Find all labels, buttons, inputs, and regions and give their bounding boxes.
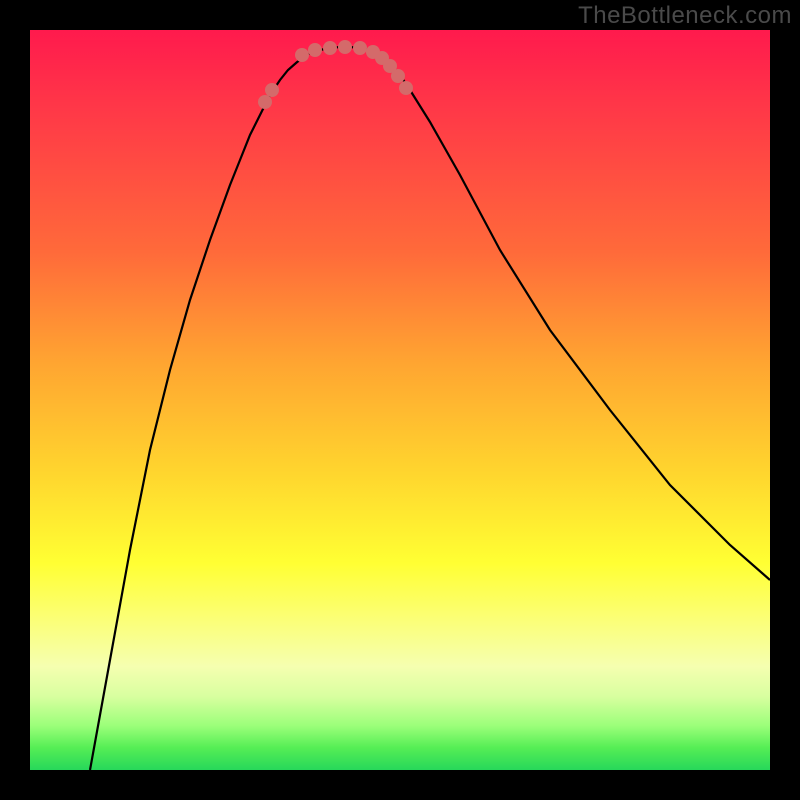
curve-marker	[323, 41, 337, 55]
curve-marker	[258, 95, 272, 109]
plot-area	[30, 30, 770, 770]
curve-marker	[391, 69, 405, 83]
curve-marker	[399, 81, 413, 95]
bottleneck-curve	[90, 47, 770, 770]
curve-marker	[295, 48, 309, 62]
curve-marker	[353, 41, 367, 55]
curve-marker	[265, 83, 279, 97]
curve-marker	[308, 43, 322, 57]
curve-svg	[30, 30, 770, 770]
curve-marker	[338, 40, 352, 54]
watermark-text: TheBottleneck.com	[578, 2, 792, 30]
chart-frame: TheBottleneck.com	[0, 0, 800, 800]
curve-markers	[258, 40, 413, 109]
